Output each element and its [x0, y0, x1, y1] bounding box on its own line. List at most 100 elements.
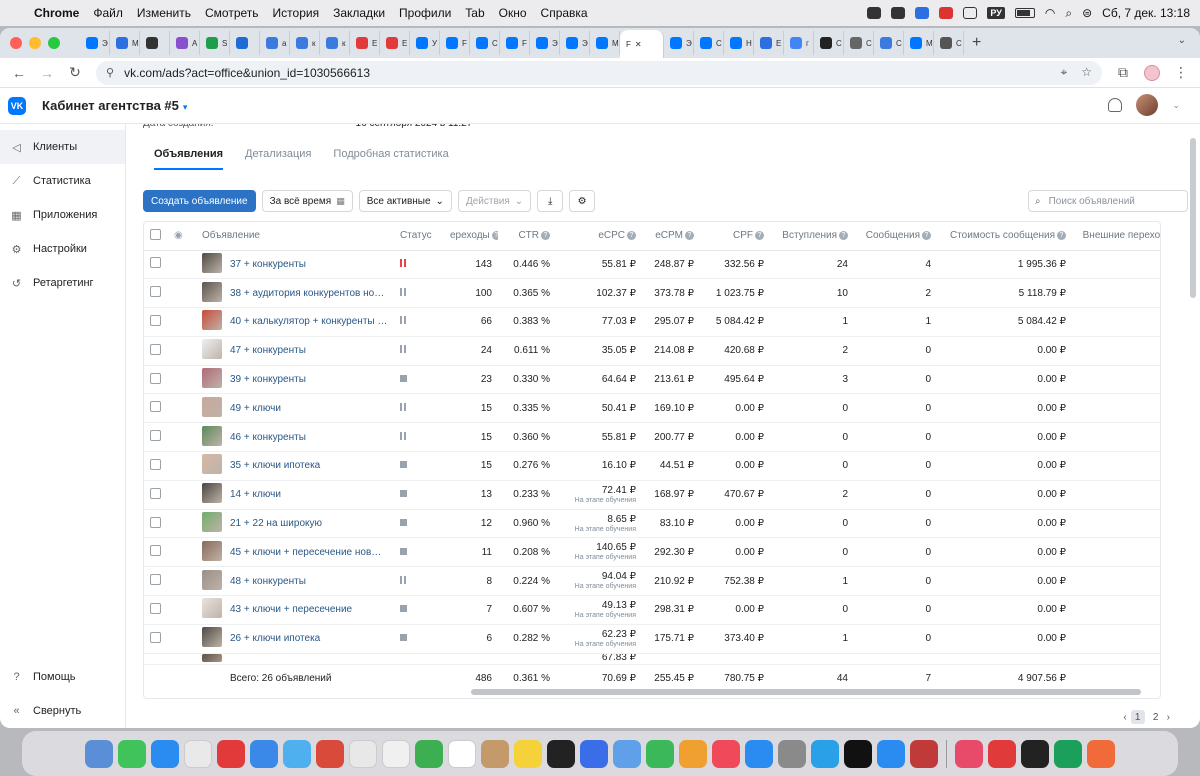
- status-stopped-icon[interactable]: [400, 547, 407, 555]
- tab-detailed-stats[interactable]: Подробная статистика: [333, 148, 448, 170]
- browser-tab[interactable]: С: [814, 31, 844, 55]
- wifi-icon[interactable]: ◠: [1045, 6, 1055, 20]
- menu-item[interactable]: Смотреть: [205, 6, 259, 20]
- zoom-window-button[interactable]: [48, 37, 60, 49]
- help-icon[interactable]: ?: [627, 231, 636, 241]
- ad-thumbnail[interactable]: [202, 569, 222, 590]
- status-stopped-icon[interactable]: [400, 461, 407, 469]
- status-paused-icon[interactable]: [400, 402, 406, 411]
- dock-app-icon[interactable]: [811, 739, 839, 768]
- input-language[interactable]: РУ: [987, 7, 1005, 19]
- ad-thumbnail[interactable]: [202, 396, 222, 417]
- help-icon[interactable]: ?: [685, 231, 694, 241]
- ad-thumbnail[interactable]: [202, 339, 222, 360]
- ad-thumbnail[interactable]: [202, 598, 222, 619]
- page-2-button[interactable]: 2: [1149, 710, 1163, 724]
- dock-app-icon[interactable]: [448, 739, 476, 768]
- spotlight-search-icon[interactable]: ⌕: [1065, 6, 1072, 21]
- profile-avatar-icon[interactable]: [1144, 64, 1160, 81]
- browser-tab[interactable]: [140, 31, 170, 55]
- back-arrow-icon[interactable]: ←: [12, 65, 26, 81]
- browser-tab-active[interactable]: F ✕: [620, 30, 664, 58]
- status-app-icon[interactable]: [939, 7, 954, 19]
- row-checkbox[interactable]: [150, 487, 161, 499]
- row-checkbox[interactable]: [150, 631, 161, 643]
- dock-app-icon[interactable]: [1021, 739, 1049, 768]
- status-paused-icon[interactable]: [400, 287, 406, 296]
- dock-app-icon[interactable]: [250, 739, 278, 768]
- column-header[interactable]: Сообщения?: [854, 222, 937, 251]
- browser-tab[interactable]: С: [844, 31, 874, 55]
- dock-app-icon[interactable]: [184, 739, 212, 768]
- ad-thumbnail[interactable]: [202, 483, 222, 504]
- browser-tab[interactable]: М: [110, 31, 140, 55]
- battery-icon[interactable]: [1014, 8, 1035, 18]
- status-paused-icon[interactable]: [400, 575, 406, 584]
- gear-icon[interactable]: ⚙: [569, 190, 596, 212]
- ad-name-link[interactable]: 40 + калькулятор + конкуренты + к...: [230, 316, 388, 327]
- browser-tab[interactable]: Э: [664, 31, 694, 55]
- column-header[interactable]: eCPC?: [556, 222, 642, 251]
- tab-ads[interactable]: Объявления: [154, 148, 224, 170]
- chevron-right-icon[interactable]: ›: [1167, 712, 1170, 723]
- column-header[interactable]: Объявление: [196, 222, 394, 251]
- dock-app-icon[interactable]: [349, 739, 377, 768]
- menu-item[interactable]: Файл: [93, 6, 123, 20]
- help-icon[interactable]: ?: [922, 231, 931, 241]
- notifications-bell-icon[interactable]: [1108, 98, 1123, 112]
- table-row[interactable]: 46 + конкуренты 15 0.360 % 55.81 ₽200.77 ₽0…: [144, 422, 1160, 453]
- ad-thumbnail[interactable]: [202, 627, 222, 648]
- row-checkbox[interactable]: [150, 602, 161, 614]
- table-row[interactable]: 38 + аудитория конкурентов новая 100 0.365…: [144, 278, 1160, 309]
- row-checkbox[interactable]: [150, 343, 161, 355]
- dock-app-icon[interactable]: [316, 739, 344, 768]
- vertical-scrollbar[interactable]: [1190, 138, 1196, 298]
- sidebar-item-chart[interactable]: ⟋ Статистика: [0, 164, 125, 198]
- row-checkbox[interactable]: [150, 516, 161, 528]
- dock-app-icon[interactable]: [613, 739, 641, 768]
- sidebar-item-retarget[interactable]: ↺ Ретаргетинг: [0, 266, 125, 300]
- status-app-icon[interactable]: [867, 7, 882, 19]
- status-stopped-icon[interactable]: [400, 490, 407, 498]
- table-row[interactable]: 43 + ключи + пересечение 7 0.607 % 49.13 ₽ Н…: [144, 595, 1160, 625]
- menu-item[interactable]: Закладки: [333, 6, 385, 20]
- browser-tab[interactable]: S: [200, 31, 230, 55]
- dock-app-icon[interactable]: [712, 739, 740, 768]
- browser-tab[interactable]: М: [904, 31, 934, 55]
- column-header[interactable]: CTR?: [498, 222, 556, 251]
- ad-thumbnail[interactable]: [202, 425, 222, 446]
- dock-app-icon[interactable]: [679, 739, 707, 768]
- ad-thumbnail[interactable]: [202, 512, 222, 533]
- column-header[interactable]: eCPM?: [642, 222, 700, 251]
- browser-tab[interactable]: Э: [80, 31, 110, 55]
- clipboard-icon[interactable]: [963, 7, 978, 19]
- dock-app-icon[interactable]: [877, 739, 905, 768]
- dock-app-icon[interactable]: [85, 739, 113, 768]
- ad-name-link[interactable]: 39 + конкуренты: [230, 374, 388, 385]
- ad-name-link[interactable]: 47 + конкуренты: [230, 345, 388, 356]
- table-row[interactable]: 14 + ключи 13 0.233 % 72.41 ₽ На этапе обуче…: [144, 480, 1160, 510]
- browser-tab[interactable]: Е: [350, 31, 380, 55]
- browser-tab[interactable]: Н: [724, 31, 754, 55]
- help-icon[interactable]: ?: [1057, 231, 1066, 241]
- ads-search-input[interactable]: ⌕ Поиск объявлений: [1028, 190, 1188, 212]
- browser-tab[interactable]: Е: [754, 31, 784, 55]
- sidebar-item-gear[interactable]: ⚙ Настройки: [0, 232, 125, 266]
- tab-details[interactable]: Детализация: [245, 148, 311, 170]
- dock-app-icon[interactable]: [151, 739, 179, 768]
- dock-app-icon[interactable]: [646, 739, 674, 768]
- dock-app-icon[interactable]: [988, 739, 1016, 768]
- menu-item[interactable]: Окно: [499, 6, 527, 20]
- row-checkbox[interactable]: [150, 257, 161, 269]
- ad-thumbnail[interactable]: [202, 368, 222, 389]
- browser-tab[interactable]: к: [290, 31, 320, 55]
- table-row[interactable]: 37 + конкуренты 143 0.446 % 55.81 ₽ 248.87 ₽…: [144, 250, 1160, 280]
- row-checkbox[interactable]: [150, 286, 161, 298]
- help-icon[interactable]: ?: [839, 231, 848, 241]
- cabinet-switcher[interactable]: Кабинет агентства #5 ▾: [42, 98, 187, 113]
- column-header[interactable]: ереходы?: [444, 222, 498, 251]
- browser-tab[interactable]: С: [934, 31, 964, 55]
- help-icon[interactable]: ?: [541, 231, 550, 241]
- column-header[interactable]: Вступления?: [770, 222, 854, 251]
- ad-thumbnail[interactable]: [202, 653, 222, 662]
